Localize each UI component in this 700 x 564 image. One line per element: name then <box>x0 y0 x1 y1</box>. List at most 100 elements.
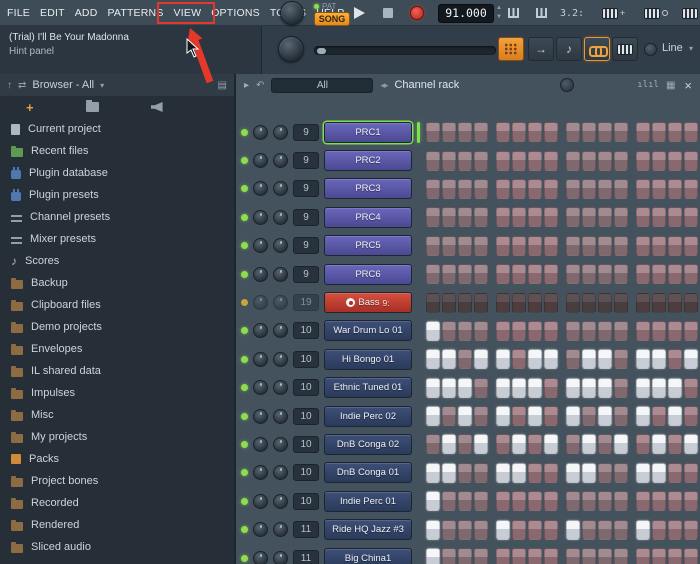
step-cell[interactable] <box>684 264 698 285</box>
mute-led[interactable] <box>241 213 248 221</box>
step-cell[interactable] <box>652 519 666 540</box>
step-cell[interactable] <box>512 519 526 540</box>
step-cell[interactable] <box>582 292 596 313</box>
step-cell[interactable] <box>544 150 558 171</box>
step-cell[interactable] <box>442 150 456 171</box>
step-cell[interactable] <box>512 406 526 427</box>
channel-button[interactable]: Hi Bongo 01 <box>324 348 412 370</box>
step-cell[interactable] <box>582 264 596 285</box>
step-cell[interactable] <box>566 122 580 143</box>
step-cell[interactable] <box>528 406 542 427</box>
browser-item[interactable]: Envelopes <box>0 338 234 360</box>
step-cell[interactable] <box>652 122 666 143</box>
browser-item[interactable]: Recent files <box>0 140 234 162</box>
mute-led[interactable] <box>241 412 248 420</box>
step-cell[interactable] <box>426 462 440 483</box>
mute-led[interactable] <box>241 469 248 477</box>
browser-title[interactable]: Browser - All <box>32 79 94 91</box>
channel-button[interactable]: PRC4 <box>324 206 412 228</box>
volume-knob[interactable] <box>273 351 288 367</box>
step-cell[interactable] <box>636 349 650 370</box>
step-cell[interactable] <box>496 377 510 398</box>
pan-knob[interactable] <box>253 465 268 481</box>
mixer-track-number[interactable]: 9 <box>293 123 319 141</box>
step-cell[interactable] <box>668 491 682 512</box>
step-cell[interactable] <box>614 150 628 171</box>
step-cell[interactable] <box>684 406 698 427</box>
step-cell[interactable] <box>442 406 456 427</box>
mute-led[interactable] <box>241 327 248 335</box>
mixer-track-number[interactable]: 9 <box>293 208 319 226</box>
step-cell[interactable] <box>684 349 698 370</box>
playlist-icon[interactable] <box>536 6 547 20</box>
browser-item[interactable]: IL shared data <box>0 360 234 382</box>
browser-item[interactable]: Plugin presets <box>0 184 234 206</box>
step-cell[interactable] <box>474 122 488 143</box>
snap-selector[interactable]: Line <box>662 42 683 54</box>
step-cell[interactable] <box>474 207 488 228</box>
step-cell[interactable] <box>458 349 472 370</box>
step-cell[interactable] <box>528 349 542 370</box>
browser-item[interactable]: My projects <box>0 426 234 448</box>
step-cell[interactable] <box>636 235 650 256</box>
step-cell[interactable] <box>474 178 488 199</box>
mute-led[interactable] <box>241 526 248 534</box>
step-cell[interactable] <box>582 491 596 512</box>
step-cell[interactable] <box>528 519 542 540</box>
step-cell[interactable] <box>614 320 628 341</box>
volume-knob[interactable] <box>273 323 288 339</box>
step-cell[interactable] <box>668 150 682 171</box>
step-cell[interactable] <box>684 377 698 398</box>
step-cell[interactable] <box>528 178 542 199</box>
step-cell[interactable] <box>474 462 488 483</box>
step-cell[interactable] <box>598 122 612 143</box>
step-cell[interactable] <box>684 207 698 228</box>
step-cell[interactable] <box>512 548 526 564</box>
volume-knob[interactable] <box>273 380 288 396</box>
step-cell[interactable] <box>598 178 612 199</box>
step-cell[interactable] <box>566 235 580 256</box>
step-cell[interactable] <box>544 264 558 285</box>
step-cell[interactable] <box>474 519 488 540</box>
channel-button[interactable]: PRC2 <box>324 150 412 172</box>
step-cell[interactable] <box>652 462 666 483</box>
step-edit-button[interactable]: → <box>528 37 554 61</box>
step-cell[interactable] <box>582 320 596 341</box>
step-cell[interactable] <box>426 235 440 256</box>
step-cell[interactable] <box>684 434 698 455</box>
browser-item[interactable]: ♪ Scores <box>0 250 234 272</box>
mixer-track-number[interactable]: 10 <box>293 492 319 510</box>
step-cell[interactable] <box>496 292 510 313</box>
step-cell[interactable] <box>458 491 472 512</box>
step-cell[interactable] <box>566 292 580 313</box>
volume-knob[interactable] <box>273 550 288 564</box>
piano-roll-icon[interactable]: + <box>602 6 625 20</box>
step-cell[interactable] <box>582 349 596 370</box>
mute-led[interactable] <box>241 355 248 363</box>
mixer-track-number[interactable]: 9 <box>293 237 319 255</box>
keyboard-editor-button[interactable] <box>612 37 638 61</box>
shuffle-slider[interactable] <box>314 46 496 55</box>
step-cell[interactable] <box>544 235 558 256</box>
step-cell[interactable] <box>426 264 440 285</box>
step-cell[interactable] <box>684 178 698 199</box>
menu-item-file[interactable]: FILE <box>2 0 35 26</box>
step-cell[interactable] <box>528 462 542 483</box>
step-cell[interactable] <box>614 207 628 228</box>
step-cell[interactable] <box>636 178 650 199</box>
step-cell[interactable] <box>614 349 628 370</box>
step-cell[interactable] <box>512 178 526 199</box>
step-cell[interactable] <box>512 462 526 483</box>
step-cell[interactable] <box>528 491 542 512</box>
channel-button[interactable]: PRC6 <box>324 263 412 285</box>
step-cell[interactable] <box>442 434 456 455</box>
step-cell[interactable] <box>684 150 698 171</box>
mute-led[interactable] <box>241 185 248 193</box>
step-cell[interactable] <box>528 434 542 455</box>
step-cell[interactable] <box>598 491 612 512</box>
step-cell[interactable] <box>458 292 472 313</box>
volume-knob[interactable] <box>273 181 288 197</box>
step-cell[interactable] <box>544 320 558 341</box>
step-cell[interactable] <box>474 235 488 256</box>
step-cell[interactable] <box>528 548 542 564</box>
